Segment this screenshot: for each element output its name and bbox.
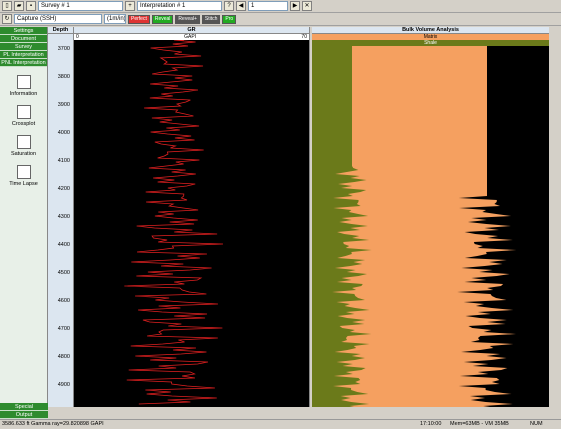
sidebar-item-output[interactable]: Output — [0, 411, 48, 419]
depth-tick: 4000 — [57, 130, 70, 136]
reveal-plus-button[interactable]: Reveal+ — [175, 14, 200, 24]
next-icon[interactable]: ▶ — [290, 1, 300, 11]
depth-tick: 4500 — [57, 270, 70, 276]
sidebar-item-pl[interactable]: PL Interpretation — [0, 51, 47, 59]
time-lapse-icon — [16, 165, 31, 179]
gr-curve — [124, 39, 224, 405]
saturation-icon — [16, 135, 31, 149]
depth-tick: 3700 — [57, 46, 70, 52]
depth-tick: 4700 — [57, 326, 70, 332]
tool-crossplot[interactable]: Crossplot — [0, 105, 47, 127]
sidebar-item-document[interactable]: Document — [0, 35, 47, 43]
page-select[interactable]: 1 — [248, 1, 288, 11]
reveal-button[interactable]: Reveal — [151, 14, 174, 24]
depth-tick: 4300 — [57, 214, 70, 220]
new-icon[interactable]: ▯ — [2, 1, 12, 11]
zoom-select[interactable]: (1m/in) — [104, 14, 126, 24]
depth-tick: 3800 — [57, 74, 70, 80]
sidebar: Settings Document Survey PL Interpretati… — [0, 27, 48, 419]
status-num: NUM — [530, 421, 543, 427]
pro-button[interactable]: Pro — [222, 14, 237, 24]
tool-information[interactable]: Information — [0, 75, 47, 97]
status-depth: 3586.633 ft Gamma ray=29.820898 GAPI — [2, 421, 104, 427]
secondary-toolbar: ↻ Capture (SSH) (1m/in) Perfect Reveal R… — [0, 13, 561, 26]
depth-track: Depth 3700 3800 3900 4000 4100 4200 4300 4400 45… — [48, 27, 74, 407]
open-icon[interactable]: ▰ — [14, 1, 24, 11]
depth-tick: 4200 — [57, 186, 70, 192]
close-icon[interactable]: ✕ — [302, 1, 312, 11]
status-time: 17:10:00 — [420, 421, 442, 427]
bva-fill — [312, 46, 517, 412]
interpretation-select[interactable]: Interpretation # 1 — [137, 1, 222, 11]
gr-header: GR — [74, 27, 309, 34]
depth-header: Depth — [48, 27, 73, 34]
sidebar-item-settings[interactable]: Settings — [0, 27, 47, 35]
depth-tick: 4400 — [57, 242, 70, 248]
tool-saturation[interactable]: Saturation — [0, 135, 47, 157]
help-icon[interactable]: ? — [224, 1, 234, 11]
refresh-icon[interactable]: ↻ — [2, 14, 12, 24]
stitch-button[interactable]: Stitch — [201, 14, 221, 24]
bva-header: Bulk Volume Analysis — [312, 27, 549, 34]
bva-track[interactable]: Bulk Volume Analysis Matrix Shale — [312, 27, 549, 412]
tool-time-lapse[interactable]: Time Lapse — [0, 165, 47, 187]
status-mem: Mem=63MB - VM 35MB — [450, 421, 509, 427]
sidebar-item-pnl[interactable]: PNL Interpretation — [0, 59, 47, 67]
crossplot-icon — [16, 105, 31, 119]
tool-select[interactable]: Capture (SSH) — [14, 14, 102, 24]
prev-icon[interactable]: ◀ — [236, 1, 246, 11]
depth-tick: 4900 — [57, 382, 70, 388]
survey-select[interactable]: Survey # 1 — [38, 1, 123, 11]
info-icon — [16, 75, 31, 89]
depth-tick: 4600 — [57, 298, 70, 304]
depth-tick: 4800 — [57, 354, 70, 360]
main-toolbar: ▯ ▰ ▪ Survey # 1 + Interpretation # 1 ? … — [0, 0, 561, 13]
perfect-button[interactable]: Perfect — [128, 14, 150, 24]
save-icon[interactable]: ▪ — [26, 1, 36, 11]
status-bar: 3586.633 ft Gamma ray=29.820898 GAPI 17:… — [0, 419, 561, 429]
sidebar-item-survey[interactable]: Survey — [0, 43, 47, 51]
gr-track[interactable]: GR 0 GAPI 70 — [74, 27, 310, 407]
sidebar-item-special[interactable]: Special — [0, 403, 48, 411]
survey-add-icon[interactable]: + — [125, 1, 135, 11]
depth-tick: 4100 — [57, 158, 70, 164]
depth-tick: 3900 — [57, 102, 70, 108]
